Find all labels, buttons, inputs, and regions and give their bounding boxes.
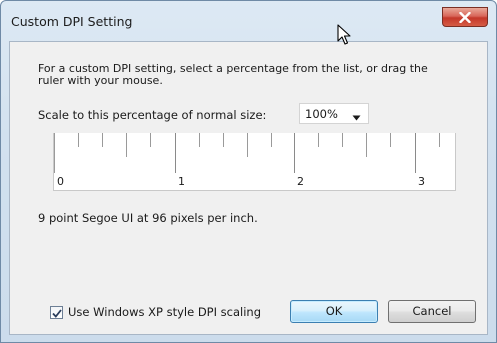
ruler-tick [342,133,343,147]
ok-button[interactable]: OK [290,300,378,323]
ruler-tick [102,133,103,147]
ruler-tick [390,133,391,147]
ruler-label: 0 [57,175,64,188]
ruler-tick [318,133,319,147]
ruler-tick [366,133,367,157]
close-button[interactable] [442,7,488,27]
xp-scaling-checkbox[interactable] [50,303,63,322]
instruction-text: For a custom DPI setting, select a perce… [38,62,428,87]
ruler-tick [150,133,151,147]
dpi-ruler[interactable]: 0 1 2 3 [53,133,456,191]
font-info-text: 9 point Segoe UI at 96 pixels per inch. [38,211,258,225]
scale-percentage-dropdown[interactable]: 100% [299,103,369,124]
chevron-down-icon [352,110,361,124]
ruler-tick-major [294,133,295,173]
ruler-tick-major [54,133,55,173]
ruler-label: 1 [178,175,185,188]
ruler-label: 2 [297,175,304,188]
cancel-button[interactable]: Cancel [388,300,476,323]
scale-selected-value: 100% [305,107,338,121]
ruler-tick [223,133,224,147]
ruler-tick [439,133,440,147]
mouse-cursor-icon [337,24,351,50]
window-title: Custom DPI Setting [11,14,133,29]
ruler-tick-major [415,133,416,173]
ruler-tick [126,133,127,157]
ruler-tick [247,133,248,157]
checkmark-icon [51,303,62,322]
ruler-label: 3 [418,175,425,188]
xp-scaling-label[interactable]: Use Windows XP style DPI scaling [68,305,261,319]
ruler-tick [199,133,200,147]
title-bar[interactable]: Custom DPI Setting [1,1,496,41]
ruler-tick [78,133,79,147]
ruler-tick [271,133,272,147]
ruler-tick-major [175,133,176,173]
xp-scaling-option[interactable]: Use Windows XP style DPI scaling [50,305,261,319]
scale-label: Scale to this percentage of normal size: [38,108,267,122]
close-icon [459,11,471,23]
